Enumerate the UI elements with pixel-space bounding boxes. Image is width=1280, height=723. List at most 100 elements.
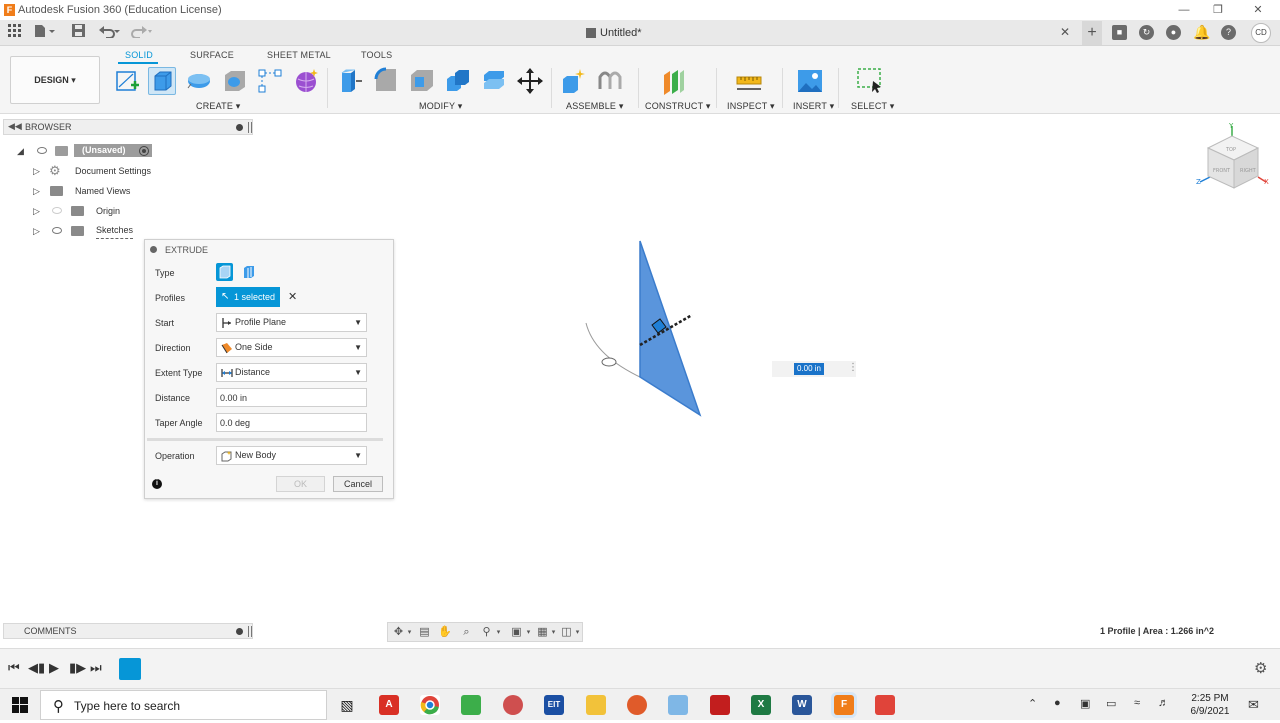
modify-group-label[interactable]: MODIFY ▾ bbox=[419, 101, 462, 112]
viewcube-top-label[interactable]: TOP bbox=[1225, 147, 1236, 153]
taskbar-app-green[interactable] bbox=[461, 695, 481, 715]
wifi-icon[interactable]: ≈ bbox=[1134, 697, 1140, 709]
taskbar-app-eit[interactable]: EIT bbox=[544, 695, 564, 715]
panel-options-icon[interactable] bbox=[236, 124, 243, 131]
collapse-panel-icon[interactable]: ◀◀ bbox=[8, 121, 22, 132]
joint-button[interactable] bbox=[596, 67, 624, 95]
online-status-icon[interactable]: ● bbox=[1166, 25, 1181, 40]
distance-input[interactable] bbox=[216, 388, 367, 407]
revolve-button[interactable] bbox=[185, 67, 213, 95]
combine-button[interactable] bbox=[444, 67, 472, 95]
camera-icon[interactable]: ▣ bbox=[1080, 697, 1090, 710]
expand-triangle-icon[interactable]: ▷ bbox=[33, 222, 40, 240]
gear-icon[interactable]: ⚙ bbox=[1254, 659, 1267, 677]
browser-item-document-settings[interactable]: ▷ ⚙ Document Settings bbox=[33, 162, 253, 180]
ok-button[interactable]: OK bbox=[276, 476, 325, 492]
taskbar-app-red-2[interactable] bbox=[875, 695, 895, 715]
hidden-eye-icon[interactable] bbox=[52, 207, 62, 214]
activate-radio-icon[interactable] bbox=[139, 146, 149, 156]
split-body-button[interactable] bbox=[480, 67, 508, 95]
taper-angle-input[interactable] bbox=[216, 413, 367, 432]
go-to-end-icon[interactable]: ⏭ bbox=[90, 660, 102, 676]
chevron-down-icon[interactable]: ▾ bbox=[403, 626, 416, 639]
new-component-button[interactable] bbox=[560, 67, 588, 95]
viewcube-front-label[interactable]: FRONT bbox=[1213, 168, 1231, 174]
timeline-sketch-feature[interactable] bbox=[119, 658, 141, 680]
user-avatar[interactable]: CD bbox=[1251, 23, 1271, 43]
taskbar-app-fusion[interactable]: F bbox=[834, 695, 854, 715]
expand-triangle-icon[interactable]: ▷ bbox=[33, 182, 40, 200]
fillet-button[interactable] bbox=[372, 67, 400, 95]
cancel-button[interactable]: Cancel bbox=[333, 476, 383, 492]
windows-start-icon[interactable] bbox=[12, 697, 28, 713]
create-sketch-button[interactable] bbox=[113, 67, 141, 95]
browser-item-sketches[interactable]: ▷ Sketches bbox=[33, 222, 253, 240]
expand-triangle-icon[interactable]: ▷ bbox=[33, 202, 40, 220]
visibility-eye-icon[interactable] bbox=[37, 147, 47, 154]
select-window-button[interactable] bbox=[856, 67, 884, 95]
tab-sheet-metal[interactable]: SHEET METAL bbox=[267, 50, 331, 60]
comments-panel-header[interactable]: COMMENTS bbox=[3, 623, 253, 639]
select-group-label[interactable]: SELECT ▾ bbox=[851, 101, 894, 112]
direction-dropdown[interactable]: One Side ▼ bbox=[216, 338, 367, 357]
collapse-triangle-icon[interactable]: ◢ bbox=[17, 142, 24, 160]
battery-icon[interactable]: ▭ bbox=[1106, 697, 1116, 710]
taskbar-app-acrobat[interactable]: A bbox=[379, 695, 399, 715]
start-dropdown[interactable]: Profile Plane ▼ bbox=[216, 313, 367, 332]
move-copy-button[interactable] bbox=[516, 67, 544, 95]
chevron-down-icon[interactable]: ▾ bbox=[571, 626, 584, 639]
show-hidden-icons-icon[interactable]: ⌃ bbox=[1028, 697, 1037, 710]
close-document-icon[interactable]: ✕ bbox=[1060, 25, 1070, 39]
type-solid-button[interactable] bbox=[216, 263, 233, 281]
step-back-icon[interactable]: ◀▮ bbox=[28, 660, 45, 676]
microphone-icon[interactable]: ● bbox=[1054, 697, 1061, 709]
taskbar-app-pdf[interactable] bbox=[710, 695, 730, 715]
press-pull-button[interactable] bbox=[336, 67, 364, 95]
form-button[interactable] bbox=[292, 67, 320, 95]
taskbar-app-red[interactable] bbox=[503, 695, 523, 715]
pan-hand-icon[interactable]: ✋ bbox=[438, 626, 452, 639]
offset-plane-button[interactable] bbox=[660, 67, 688, 95]
profiles-select-button[interactable]: ↖ 1 selected bbox=[216, 287, 280, 307]
zoom-icon[interactable]: ⌕ bbox=[460, 626, 473, 639]
taskbar-app-chrome[interactable] bbox=[420, 695, 440, 715]
pin-panel-icon[interactable] bbox=[248, 626, 252, 637]
volume-icon[interactable]: ♬ bbox=[1158, 697, 1169, 709]
step-forward-icon[interactable]: ▮▶ bbox=[69, 660, 86, 676]
clear-selection-icon[interactable]: ✕ bbox=[288, 290, 297, 303]
collapse-dialog-icon[interactable] bbox=[150, 246, 157, 253]
visibility-eye-icon[interactable] bbox=[52, 227, 62, 234]
taskbar-app-excel[interactable]: X bbox=[751, 695, 771, 715]
insert-group-label[interactable]: INSERT ▾ bbox=[793, 101, 834, 112]
more-options-icon[interactable]: ⋮ bbox=[848, 362, 858, 373]
shell-button[interactable] bbox=[408, 67, 436, 95]
taskbar-app-word[interactable]: W bbox=[792, 695, 812, 715]
inspect-group-label[interactable]: INSPECT ▾ bbox=[727, 101, 775, 112]
insert-canvas-button[interactable] bbox=[796, 67, 824, 95]
pattern-button[interactable] bbox=[256, 67, 284, 95]
task-view-icon[interactable]: ▧ bbox=[337, 695, 357, 715]
extent-type-dropdown[interactable]: Distance ▼ bbox=[216, 363, 367, 382]
close-icon[interactable]: ✕ bbox=[1248, 2, 1268, 18]
chevron-down-icon[interactable]: ▾ bbox=[492, 626, 505, 639]
pin-panel-icon[interactable] bbox=[248, 122, 252, 133]
expand-triangle-icon[interactable]: ▷ bbox=[33, 162, 40, 180]
extrude-button[interactable] bbox=[148, 67, 176, 95]
extrude-dialog-header[interactable]: EXTRUDE bbox=[145, 240, 393, 258]
document-tab[interactable]: Untitled* bbox=[0, 20, 1080, 46]
minimize-icon[interactable]: — bbox=[1174, 2, 1194, 18]
sketch-profile-canvas[interactable] bbox=[560, 225, 720, 425]
tab-surface[interactable]: SURFACE bbox=[190, 50, 234, 60]
restore-icon[interactable]: ❐ bbox=[1208, 2, 1228, 18]
extensions-icon[interactable]: ↻ bbox=[1139, 25, 1154, 40]
operation-dropdown[interactable]: New Body ▼ bbox=[216, 446, 367, 465]
browser-item-named-views[interactable]: ▷ Named Views bbox=[33, 182, 253, 200]
help-icon[interactable]: ? bbox=[1221, 25, 1236, 40]
taskbar-app-blue[interactable] bbox=[668, 695, 688, 715]
taskbar-app-orange[interactable] bbox=[627, 695, 647, 715]
chevron-down-icon[interactable]: ▾ bbox=[522, 626, 535, 639]
new-tab-icon[interactable]: + bbox=[1082, 21, 1102, 45]
look-at-icon[interactable]: ▤ bbox=[418, 626, 431, 639]
measure-button[interactable] bbox=[735, 67, 763, 95]
construct-group-label[interactable]: CONSTRUCT ▾ bbox=[645, 101, 711, 112]
